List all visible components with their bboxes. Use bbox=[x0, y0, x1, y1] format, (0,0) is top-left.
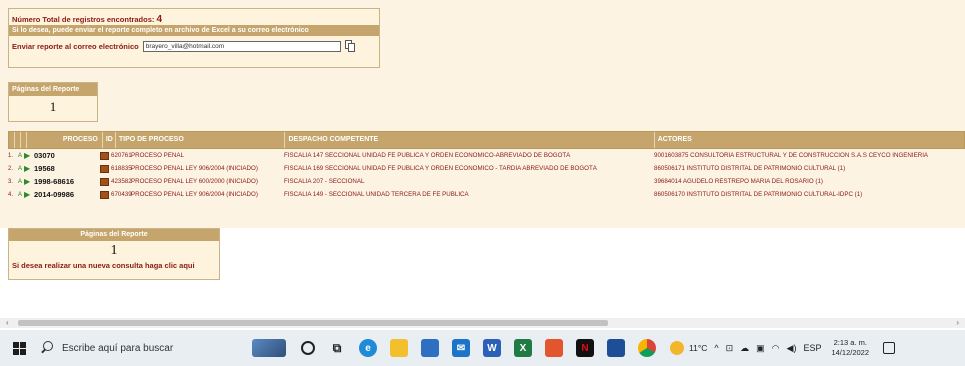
total-records-value: 4 bbox=[156, 14, 163, 25]
pagination-bottom-label: Páginas del Reporte bbox=[9, 229, 219, 241]
pagination-top-page[interactable]: 1 bbox=[9, 96, 97, 115]
system-tray: 11°C ^ ⊡ ☁ ▣ ◠ ◀) ESP bbox=[670, 341, 821, 355]
task-view-icon[interactable]: ⧉ bbox=[328, 339, 346, 357]
document-icon[interactable] bbox=[100, 190, 109, 199]
display-icon[interactable]: ▣ bbox=[756, 343, 765, 354]
search-icon bbox=[40, 341, 54, 355]
document-icon[interactable] bbox=[100, 177, 109, 186]
row-number: 2. bbox=[8, 165, 14, 172]
email-input[interactable] bbox=[142, 40, 341, 52]
netflix-icon[interactable]: N bbox=[576, 339, 594, 357]
open-arrow-icon[interactable]: ▶ bbox=[24, 151, 34, 160]
search-placeholder: Escribe aquí para buscar bbox=[62, 342, 174, 354]
excel-info-bar: Si lo desea, puede enviar el reporte com… bbox=[9, 25, 379, 36]
open-arrow-icon[interactable]: ▶ bbox=[24, 190, 34, 199]
row-tipo: PROCESO PENAL LEY 906/2004 (INICIADO) bbox=[131, 165, 258, 172]
store-icon[interactable] bbox=[421, 339, 439, 357]
row-id: 423582 bbox=[111, 178, 132, 185]
notification-icon[interactable] bbox=[883, 342, 896, 354]
windows-icon[interactable] bbox=[13, 341, 26, 355]
table-row[interactable]: 2. A ▶ 19568 618835 PROCESO PENAL LEY 90… bbox=[8, 162, 965, 175]
report-header-box: Número Total de registros encontrados: 4… bbox=[8, 8, 380, 68]
onedrive-icon[interactable]: ☁ bbox=[740, 343, 749, 354]
row-despacho: FISCALIA 149 - SECCIONAL UNIDAD TERCERA … bbox=[284, 191, 469, 198]
row-actores: 860506170 INSTITUTO DISTRITAL DE PATRIMO… bbox=[654, 191, 863, 198]
table-row[interactable]: 4. A ▶ 2014-09986 670439 PROCESO PENAL L… bbox=[8, 188, 965, 201]
email-label: Enviar reporte al correo electrónico bbox=[12, 41, 139, 51]
row-id: 620761 bbox=[111, 152, 132, 159]
open-arrow-icon[interactable]: ▶ bbox=[24, 177, 34, 186]
total-records: Número Total de registros encontrados: 4 bbox=[9, 9, 379, 25]
weather-icon[interactable] bbox=[252, 335, 288, 361]
temperature[interactable]: 11°C bbox=[689, 343, 707, 353]
pagination-bottom-page[interactable]: 1 bbox=[9, 241, 219, 259]
row-proceso[interactable]: 03070 bbox=[34, 151, 100, 160]
row-number: 3. bbox=[8, 178, 14, 185]
scroll-thumb[interactable] bbox=[18, 320, 608, 326]
content-area: Número Total de registros encontrados: 4… bbox=[0, 0, 965, 280]
table-header: PROCESO ID TIPO DE PROCESO DESPACHO COMP… bbox=[8, 131, 965, 149]
chrome-icon[interactable] bbox=[638, 339, 656, 357]
pagination-bottom: Páginas del Reporte 1 Si desea realizar … bbox=[8, 228, 220, 280]
row-actores: 9001603875 CONSULTORÍA ESTRUCTURAL Y DE … bbox=[654, 152, 929, 159]
row-proceso[interactable]: 1998-68616 bbox=[34, 177, 100, 186]
chevron-up-icon[interactable]: ^ bbox=[714, 343, 718, 353]
office-icon[interactable] bbox=[545, 339, 563, 357]
row-proceso[interactable]: 19568 bbox=[34, 164, 100, 173]
email-row: Enviar reporte al correo electrónico bbox=[9, 36, 379, 56]
column-header-id[interactable]: ID bbox=[103, 132, 116, 148]
scroll-right-icon[interactable]: › bbox=[956, 318, 959, 328]
column-header-proceso[interactable]: PROCESO bbox=[27, 132, 103, 148]
row-despacho: FISCALIA 147 SECCIONAL UNIDAD FE PÚBLICA… bbox=[284, 152, 571, 159]
taskbar: Escribe aquí para buscar ⧉ e ✉ W X N 11°… bbox=[0, 330, 965, 366]
scroll-left-icon[interactable]: ‹ bbox=[6, 318, 9, 328]
document-icon[interactable] bbox=[100, 164, 109, 173]
word-icon[interactable]: W bbox=[483, 339, 501, 357]
row-proceso[interactable]: 2014-09986 bbox=[34, 190, 100, 199]
file-explorer-icon[interactable] bbox=[390, 339, 408, 357]
row-actores: 39684014 AGUDELO RESTREPO MARIA DEL ROSA… bbox=[654, 178, 823, 185]
row-number: 1. bbox=[8, 152, 14, 159]
column-header-despacho[interactable]: DESPACHO COMPETENTE bbox=[285, 132, 655, 148]
column-header-actores[interactable]: ACTORES bbox=[655, 132, 964, 148]
network-icon[interactable]: ⊡ bbox=[726, 343, 734, 354]
row-despacho: FISCALÍA 207 - SECCIONAL bbox=[284, 178, 365, 185]
excel-icon[interactable]: X bbox=[514, 339, 532, 357]
row-tipo: PROCESO PENAL bbox=[131, 152, 184, 159]
row-tipo: PROCESO PENAL LEY 906/2004 (INICIADO) bbox=[131, 191, 258, 198]
document-icon[interactable] bbox=[100, 151, 109, 160]
volume-icon[interactable]: ◀) bbox=[787, 343, 797, 354]
clock-time: 2:13 a. m. bbox=[833, 338, 867, 347]
row-actores: 860506171 INSTITUTO DISTRITAL DE PATRIMO… bbox=[654, 165, 846, 172]
column-header-tipo[interactable]: TIPO DE PROCESO bbox=[116, 132, 286, 148]
table-row[interactable]: 1. A ▶ 03070 620761 PROCESO PENAL FISCAL… bbox=[8, 149, 965, 162]
row-id: 670439 bbox=[111, 191, 132, 198]
wifi-icon[interactable]: ◠ bbox=[772, 343, 780, 354]
horizontal-scrollbar[interactable]: ‹ › bbox=[0, 318, 965, 328]
page: Número Total de registros encontrados: 4… bbox=[0, 0, 965, 366]
weather-sun-icon[interactable] bbox=[670, 341, 684, 355]
mail-icon[interactable]: ✉ bbox=[452, 339, 470, 357]
total-records-label: Número Total de registros encontrados: bbox=[12, 15, 155, 24]
new-query-link[interactable]: Si desea realizar una nueva consulta hag… bbox=[9, 259, 219, 272]
language-indicator[interactable]: ESP bbox=[803, 343, 821, 353]
app-icon[interactable] bbox=[607, 339, 625, 357]
cortana-icon[interactable] bbox=[301, 341, 315, 355]
pagination-top-label: Páginas del Reporte bbox=[9, 83, 97, 96]
open-arrow-icon[interactable]: ▶ bbox=[24, 164, 34, 173]
clock[interactable]: 2:13 a. m. 14/12/2022 bbox=[831, 338, 869, 358]
table-row[interactable]: 3. A ▶ 1998-68616 423582 PROCESO PENAL L… bbox=[8, 175, 965, 188]
taskbar-search[interactable]: Escribe aquí para buscar bbox=[40, 334, 226, 362]
row-id: 618835 bbox=[111, 165, 132, 172]
results-table: PROCESO ID TIPO DE PROCESO DESPACHO COMP… bbox=[8, 131, 965, 201]
row-tipo: PROCESO PENAL LEY 600/2000 (INICIADO) bbox=[131, 178, 258, 185]
edge-icon[interactable]: e bbox=[359, 339, 377, 357]
clock-date: 14/12/2022 bbox=[831, 348, 870, 357]
send-copy-icon[interactable] bbox=[344, 39, 356, 53]
pagination-top: Páginas del Reporte 1 bbox=[8, 82, 98, 122]
row-number: 4. bbox=[8, 191, 14, 198]
row-despacho: FISCALIA 169 SECCIONAL UNIDAD FE PÚBLICA… bbox=[284, 165, 597, 172]
